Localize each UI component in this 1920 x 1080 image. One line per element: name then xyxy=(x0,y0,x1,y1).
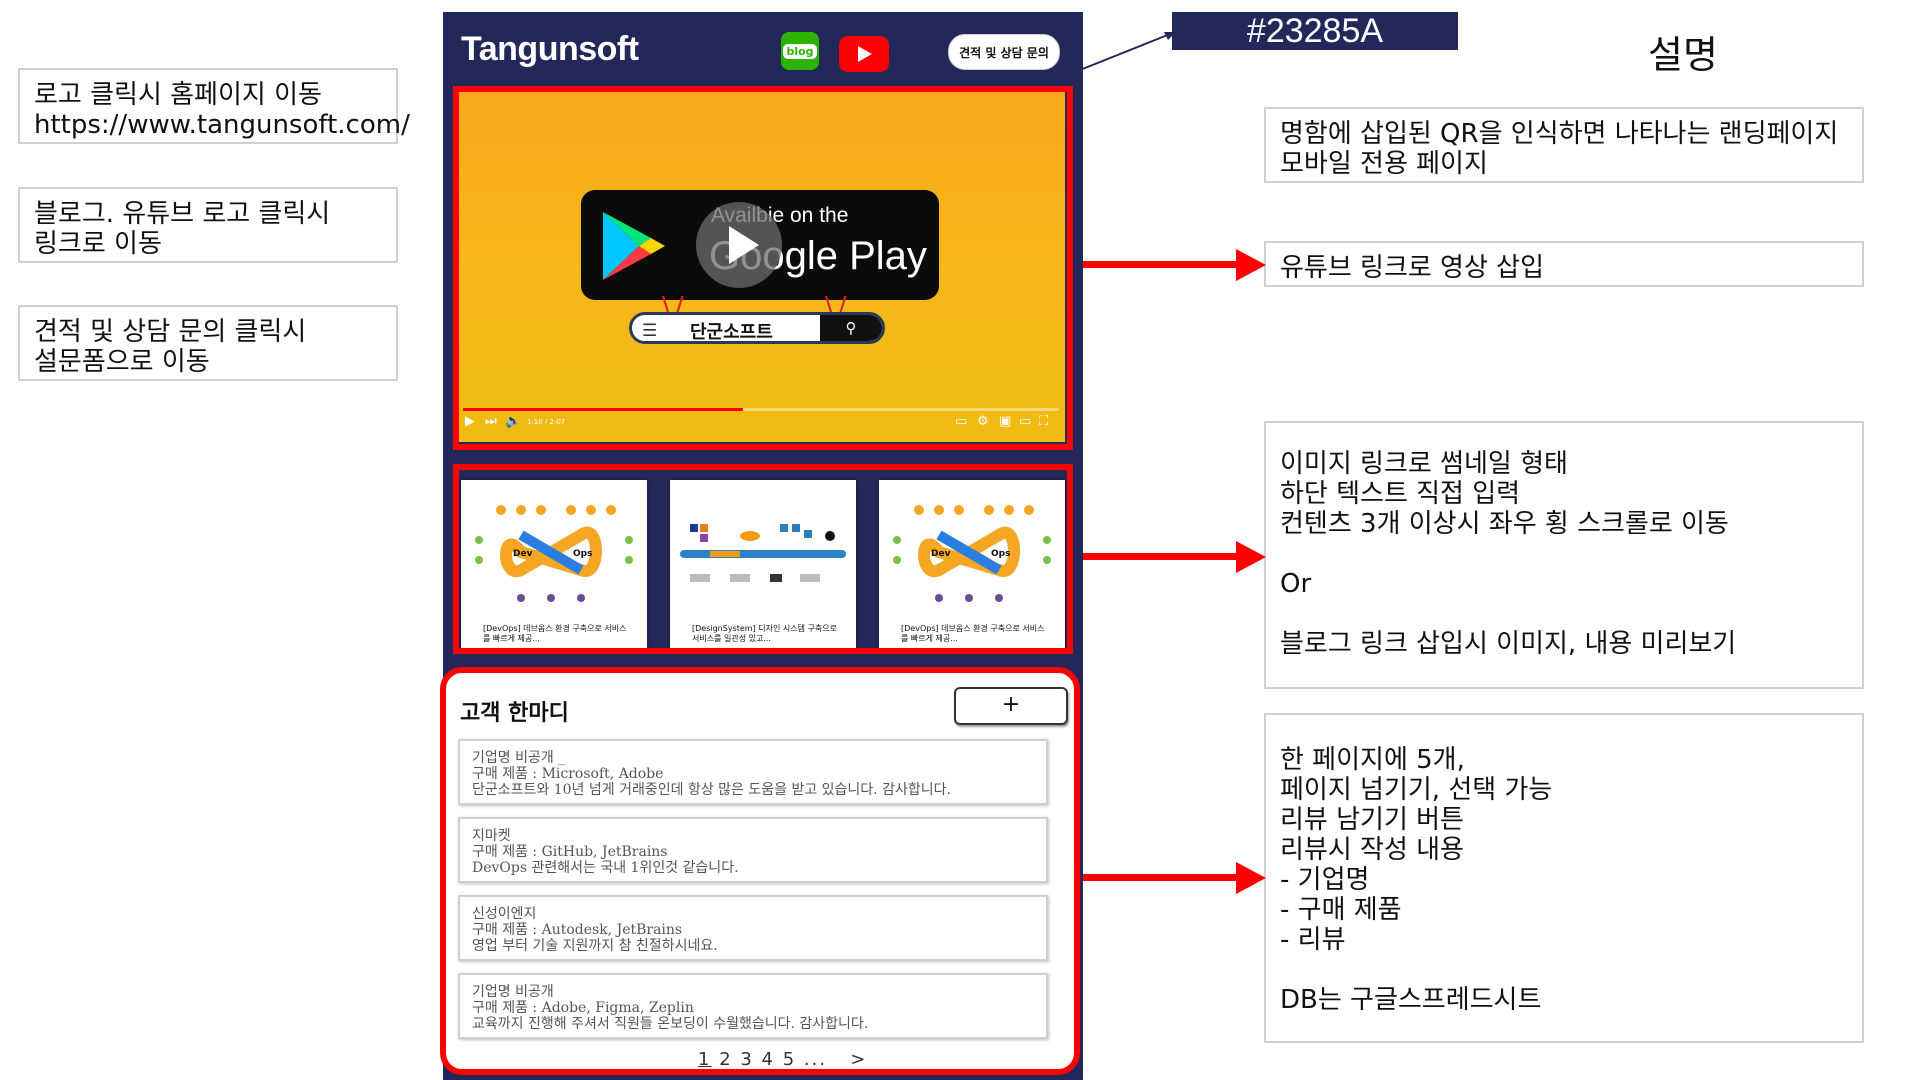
blog-icon[interactable]: blog xyxy=(781,32,819,70)
review-card[interactable]: 기업명 비공개 _ 구매 제품 : Microsoft, Adobe 단군소프트… xyxy=(458,739,1048,805)
note-landing-page: 명함에 삽입된 QR을 인식하면 나타나는 랜딩페이지 모바일 전용 페이지 xyxy=(1264,107,1864,183)
color-tag: #23285A xyxy=(1172,12,1458,50)
page-current[interactable]: 1 xyxy=(698,1049,711,1070)
blog-icon-label: blog xyxy=(783,43,817,59)
phone-header: Tangunsoft blog 견적 및 상담 문의 xyxy=(443,12,1083,92)
reviews-title: 고객 한마디 xyxy=(460,701,569,726)
review-card[interactable]: 지마켓 구매 제품 : GitHub, JetBrains DevOps 관련해… xyxy=(458,817,1048,883)
page-numbers[interactable]: 2 3 4 5 ... xyxy=(719,1049,827,1070)
video-highlight-box xyxy=(453,86,1073,450)
youtube-icon[interactable] xyxy=(839,36,889,72)
note-inquiry-click: 견적 및 상담 문의 클릭시 설문폼으로 이동 xyxy=(18,305,398,381)
review-card[interactable]: 기업명 비공개 구매 제품 : Adobe, Figma, Zeplin 교육까… xyxy=(458,973,1048,1039)
description-title: 설명 xyxy=(1648,33,1718,77)
review-text: 단군소프트와 10년 넘게 거래중인데 항상 많은 도움을 받고 있습니다. 감… xyxy=(472,782,951,798)
pagination: 1 2 3 4 5 ... > xyxy=(698,1049,867,1070)
inquiry-button[interactable]: 견적 및 상담 문의 xyxy=(948,34,1060,70)
page-next[interactable]: > xyxy=(850,1049,867,1070)
note-logo-click: 로고 클릭시 홈페이지 이동 https://www.tangunsoft.co… xyxy=(18,68,410,144)
note-blog-youtube-click: 블로그. 유튜브 로고 클릭시 링크로 이동 xyxy=(18,187,398,263)
note-youtube-embed: 유튜브 링크로 영상 삽입 xyxy=(1264,241,1864,287)
brand-logo[interactable]: Tangunsoft xyxy=(461,30,639,69)
review-card[interactable]: 신성이엔지 구매 제품 : Autodesk, JetBrains 영업 부터 … xyxy=(458,895,1048,961)
thumbnails-highlight-box xyxy=(453,464,1073,654)
review-text: 교육까지 진행해 주셔서 직원들 온보딩이 수월했습니다. 감사합니다. xyxy=(472,1016,869,1032)
add-review-button[interactable]: + xyxy=(954,687,1068,725)
review-text: 영업 부터 기술 지원까지 참 친절하시네요. xyxy=(472,938,718,954)
review-text: DevOps 관련해서는 국내 1위인것 같습니다. xyxy=(472,860,739,876)
reviews-panel: 고객 한마디 + 기업명 비공개 _ 구매 제품 : Microsoft, Ad… xyxy=(440,667,1080,1075)
note-thumbnails: 이미지 링크로 썸네일 형태 하단 텍스트 직접 입력 컨텐츠 3개 이상시 좌… xyxy=(1264,421,1864,689)
pointer-line xyxy=(1079,32,1176,71)
note-reviews: 한 페이지에 5개, 페이지 넘기기, 선택 가능 리뷰 남기기 버튼 리뷰시 … xyxy=(1264,713,1864,1043)
